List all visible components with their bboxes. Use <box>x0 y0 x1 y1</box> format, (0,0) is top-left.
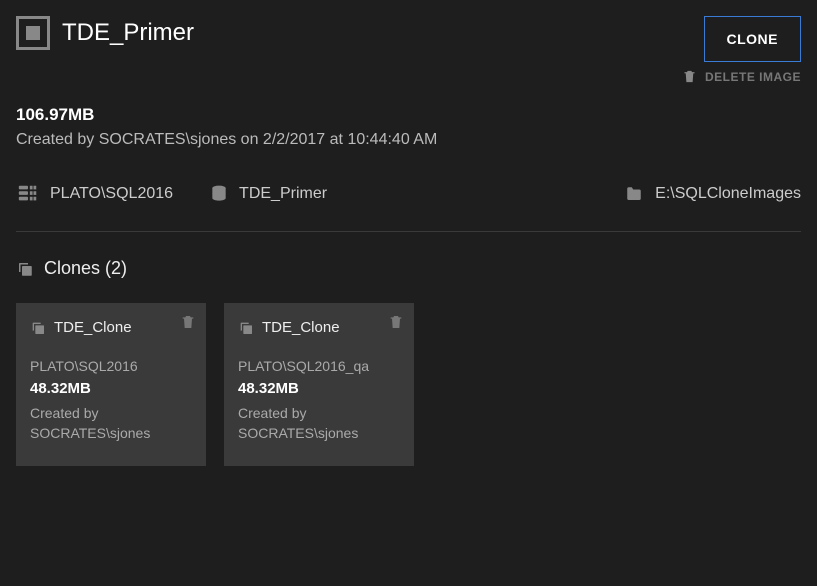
folder-icon <box>623 185 645 203</box>
db-name: TDE_Primer <box>239 185 327 203</box>
image-size: 106.97MB <box>16 105 801 125</box>
clone-name: TDE_Clone <box>262 319 340 336</box>
clone-card[interactable]: TDE_Clone PLATO\SQL2016_qa 48.32MB Creat… <box>224 303 414 466</box>
meta-row: PLATO\SQL2016 TDE_Primer E:\SQLCloneImag… <box>16 183 801 232</box>
image-square-icon <box>16 16 50 50</box>
clone-icon <box>30 320 46 336</box>
database-meta: TDE_Primer <box>209 183 327 205</box>
trash-icon[interactable] <box>180 313 196 331</box>
clone-size: 48.32MB <box>238 380 400 397</box>
clone-card[interactable]: TDE_Clone PLATO\SQL2016 48.32MB Created … <box>16 303 206 466</box>
folder-meta: E:\SQLCloneImages <box>623 185 801 203</box>
header-actions: CLONE DELETE IMAGE <box>682 16 801 85</box>
folder-path: E:\SQLCloneImages <box>655 185 801 203</box>
delete-image-link[interactable]: DELETE IMAGE <box>682 68 801 85</box>
clone-created-by: Created by SOCRATES\sjones <box>30 403 192 444</box>
clone-size: 48.32MB <box>30 380 192 397</box>
image-created-text: Created by SOCRATES\sjones on 2/2/2017 a… <box>16 131 801 149</box>
header: TDE_Primer CLONE DELETE IMAGE <box>16 16 801 85</box>
server-name: PLATO\SQL2016 <box>50 185 173 203</box>
delete-image-label: DELETE IMAGE <box>705 70 801 84</box>
title-wrap: TDE_Primer <box>16 16 194 50</box>
page-title: TDE_Primer <box>62 19 194 47</box>
trash-icon[interactable] <box>388 313 404 331</box>
trash-icon <box>682 68 697 85</box>
server-icon <box>16 183 40 205</box>
clone-created-by: Created by SOCRATES\sjones <box>238 403 400 444</box>
clone-cards: TDE_Clone PLATO\SQL2016 48.32MB Created … <box>16 303 801 466</box>
clone-name: TDE_Clone <box>54 319 132 336</box>
clone-icon <box>16 260 34 278</box>
clone-server: PLATO\SQL2016_qa <box>238 358 400 374</box>
clone-icon <box>238 320 254 336</box>
database-icon <box>209 183 229 205</box>
clones-heading-text: Clones (2) <box>44 258 127 279</box>
clone-server: PLATO\SQL2016 <box>30 358 192 374</box>
clones-heading: Clones (2) <box>16 258 801 279</box>
server-meta: PLATO\SQL2016 <box>16 183 173 205</box>
clone-button[interactable]: CLONE <box>704 16 802 62</box>
